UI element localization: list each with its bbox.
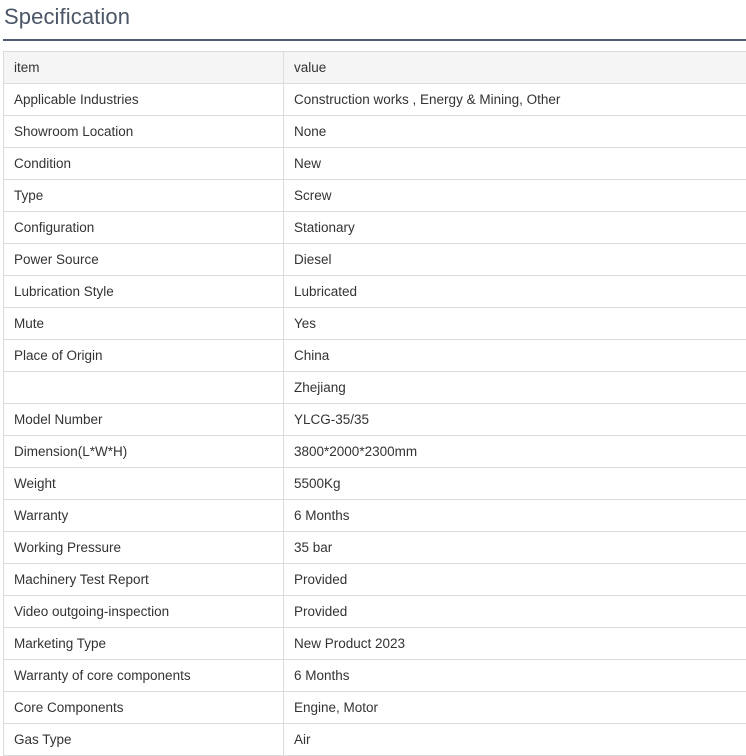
- table-row: Dimension(L*W*H)3800*2000*2300mm: [4, 436, 746, 468]
- table-row: Showroom LocationNone: [4, 116, 746, 148]
- spec-value-cell: YLCG-35/35: [284, 404, 746, 436]
- table-row: Zhejiang: [4, 372, 746, 404]
- header-item-cell: item: [4, 52, 284, 84]
- table-row: Applicable IndustriesConstruction works …: [4, 84, 746, 116]
- spec-item-cell: Mute: [4, 308, 284, 340]
- spec-value-cell: Air: [284, 724, 746, 756]
- table-row: Core ComponentsEngine, Motor: [4, 692, 746, 724]
- table-header-row: item value: [4, 52, 746, 84]
- spec-value-cell: New Product 2023: [284, 628, 746, 660]
- spec-item-cell: Applicable Industries: [4, 84, 284, 116]
- table-row: ConfigurationStationary: [4, 212, 746, 244]
- spec-item-cell: Condition: [4, 148, 284, 180]
- spec-value-cell: Lubricated: [284, 276, 746, 308]
- spec-value-cell: 6 Months: [284, 500, 746, 532]
- spec-value-cell: 35 bar: [284, 532, 746, 564]
- table-row: Working Pressure35 bar: [4, 532, 746, 564]
- spec-item-cell: Gas Type: [4, 724, 284, 756]
- table-row: Weight5500Kg: [4, 468, 746, 500]
- spec-value-cell: New: [284, 148, 746, 180]
- section-title: Specification: [4, 2, 130, 32]
- table-row: TypeScrew: [4, 180, 746, 212]
- spec-value-cell: Engine, Motor: [284, 692, 746, 724]
- table-row: Lubrication StyleLubricated: [4, 276, 746, 308]
- table-row: Model NumberYLCG-35/35: [4, 404, 746, 436]
- spec-item-cell: [4, 372, 284, 404]
- table-row: Video outgoing-inspectionProvided: [4, 596, 746, 628]
- spec-item-cell: Showroom Location: [4, 116, 284, 148]
- spec-value-cell: 3800*2000*2300mm: [284, 436, 746, 468]
- spec-item-cell: Working Pressure: [4, 532, 284, 564]
- spec-item-cell: Model Number: [4, 404, 284, 436]
- spec-item-cell: Lubrication Style: [4, 276, 284, 308]
- table-row: Warranty of core components6 Months: [4, 660, 746, 692]
- spec-item-cell: Dimension(L*W*H): [4, 436, 284, 468]
- spec-value-cell: Screw: [284, 180, 746, 212]
- spec-value-cell: Zhejiang: [284, 372, 746, 404]
- table-row: Marketing TypeNew Product 2023: [4, 628, 746, 660]
- table-row: Power SourceDiesel: [4, 244, 746, 276]
- spec-value-cell: None: [284, 116, 746, 148]
- spec-item-cell: Type: [4, 180, 284, 212]
- spec-value-cell: Construction works , Energy & Mining, Ot…: [284, 84, 746, 116]
- spec-item-cell: Video outgoing-inspection: [4, 596, 284, 628]
- spec-item-cell: Weight: [4, 468, 284, 500]
- spec-value-cell: Stationary: [284, 212, 746, 244]
- spec-value-cell: China: [284, 340, 746, 372]
- spec-item-cell: Warranty: [4, 500, 284, 532]
- spec-item-cell: Machinery Test Report: [4, 564, 284, 596]
- spec-item-cell: Configuration: [4, 212, 284, 244]
- table-row: ConditionNew: [4, 148, 746, 180]
- specification-table: item value Applicable IndustriesConstruc…: [3, 51, 746, 756]
- table-row: Gas TypeAir: [4, 724, 746, 756]
- spec-value-cell: 6 Months: [284, 660, 746, 692]
- title-divider: [3, 39, 746, 41]
- spec-item-cell: Core Components: [4, 692, 284, 724]
- spec-item-cell: Power Source: [4, 244, 284, 276]
- spec-value-cell: Provided: [284, 596, 746, 628]
- table-row: MuteYes: [4, 308, 746, 340]
- spec-item-cell: Marketing Type: [4, 628, 284, 660]
- table-row: Place of OriginChina: [4, 340, 746, 372]
- table-row: Warranty6 Months: [4, 500, 746, 532]
- spec-item-cell: Warranty of core components: [4, 660, 284, 692]
- spec-value-cell: Provided: [284, 564, 746, 596]
- spec-value-cell: Diesel: [284, 244, 746, 276]
- spec-item-cell: Place of Origin: [4, 340, 284, 372]
- header-value-cell: value: [284, 52, 746, 84]
- spec-value-cell: Yes: [284, 308, 746, 340]
- table-row: Machinery Test ReportProvided: [4, 564, 746, 596]
- spec-value-cell: 5500Kg: [284, 468, 746, 500]
